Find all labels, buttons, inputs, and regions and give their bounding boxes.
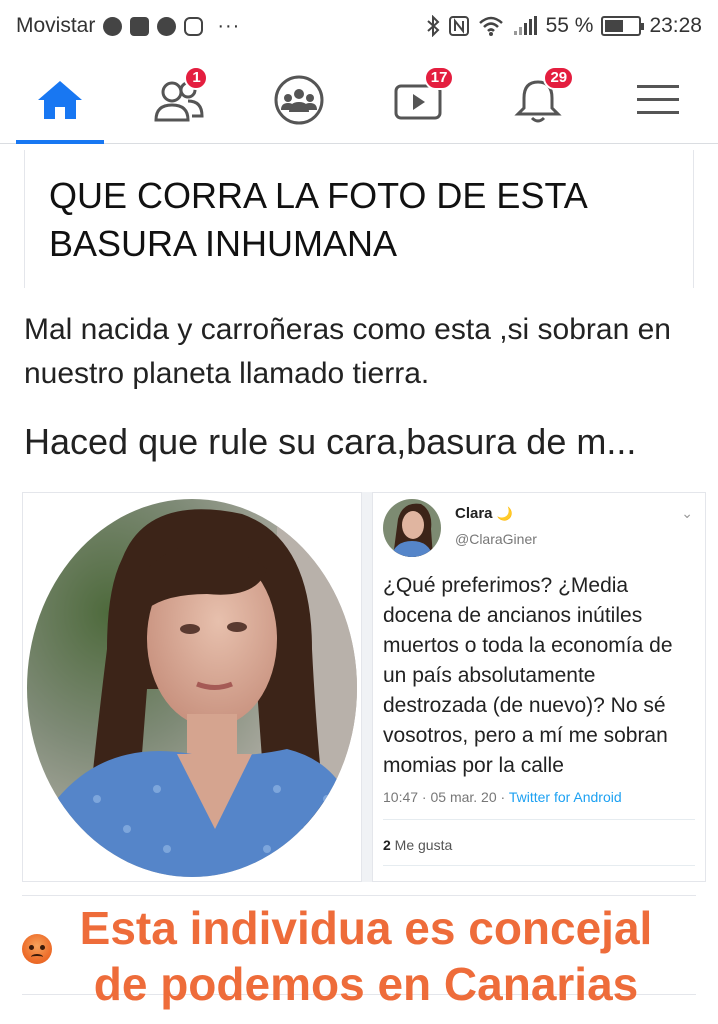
chevron-down-icon: ⌄: [681, 505, 693, 521]
headline-text: QUE CORRA LA FOTO DE ESTA BASURA INHUMAN…: [49, 175, 586, 264]
overlay-caption: Esta individua es concejal de podemos en…: [56, 900, 676, 1012]
tab-menu[interactable]: [608, 56, 708, 144]
bluetooth-icon: [426, 15, 440, 37]
chrome-icon: [103, 16, 123, 36]
tab-watch[interactable]: 17: [369, 56, 469, 144]
caption-line-2: de podemos en Canarias: [93, 958, 639, 1010]
woman-portrait-image: [27, 499, 357, 877]
tweet-likes-count: 2: [383, 837, 391, 853]
home-icon: [37, 80, 82, 119]
tweet-author-name: Clara 🌙: [455, 505, 513, 522]
friends-badge: 1: [184, 65, 209, 90]
facebook-icon: [157, 16, 177, 36]
tweet-avatar: [383, 499, 441, 557]
notifications-badge: 29: [543, 65, 575, 90]
tweet-likes: 2 Me gusta: [383, 837, 452, 853]
tab-notifications[interactable]: 29: [488, 56, 588, 144]
tweet-screenshot: Clara 🌙 @ClaraGiner ⌄ ¿Qué preferimos? ¿…: [372, 492, 706, 882]
tab-friends[interactable]: 1: [129, 56, 229, 144]
tab-groups[interactable]: [249, 56, 349, 144]
signal-icon: [513, 16, 537, 35]
more-notifications-icon: ···: [217, 14, 241, 37]
moon-emoji: 🌙: [496, 506, 513, 521]
tweet-timestamp: 10:47 · 05 mar. 20 ·: [383, 789, 509, 805]
carrier-label: Movistar: [16, 14, 96, 37]
battery-icon: [601, 16, 645, 36]
portrait-circle: [27, 499, 357, 877]
avatar-image: [383, 499, 441, 557]
tweet-likes-label: Me gusta: [390, 837, 453, 853]
angry-face-icon: [22, 934, 52, 964]
portrait-photo: [22, 492, 362, 882]
tweet-source: Twitter for Android: [508, 789, 622, 805]
groups-icon: [274, 75, 324, 124]
tweet-body: ¿Qué preferimos? ¿Media docena de ancian…: [383, 574, 673, 777]
facebook-tab-bar: 1 17 29: [0, 56, 718, 144]
tweet-divider-bottom: [383, 865, 695, 866]
watch-badge: 17: [423, 65, 455, 90]
tweet-author-handle: @ClaraGiner: [455, 531, 537, 547]
battery-percent: 55 %: [545, 14, 594, 37]
nfc-icon: [448, 16, 469, 36]
shared-post-headline: QUE CORRA LA FOTO DE ESTA BASURA INHUMAN…: [24, 150, 694, 288]
status-bar-right: 55 % 23:28: [426, 14, 702, 38]
post-text-truncated[interactable]: Haced que rule su cara,basura de m...: [24, 418, 704, 466]
mail-icon: [130, 16, 150, 36]
clock: 23:28: [649, 14, 702, 37]
post-text: Mal nacida y carroñeras como esta ,si so…: [24, 313, 671, 390]
caption-line-1: Esta individua es concejal: [79, 902, 653, 954]
instagram-icon: [184, 16, 204, 36]
tweet-meta: 10:47 · 05 mar. 20 · Twitter for Android: [383, 789, 622, 805]
status-bar-left: Movistar ···: [16, 14, 240, 38]
tab-home[interactable]: [10, 56, 110, 144]
hamburger-icon: [637, 84, 680, 114]
tweet-divider: [383, 819, 695, 820]
wifi-icon: [478, 16, 503, 36]
post-media[interactable]: Clara 🌙 @ClaraGiner ⌄ ¿Qué preferimos? ¿…: [22, 492, 706, 882]
status-bar: Movistar ··· 55 % 23:28: [0, 0, 718, 52]
tweet-author-name-text: Clara: [455, 505, 493, 522]
